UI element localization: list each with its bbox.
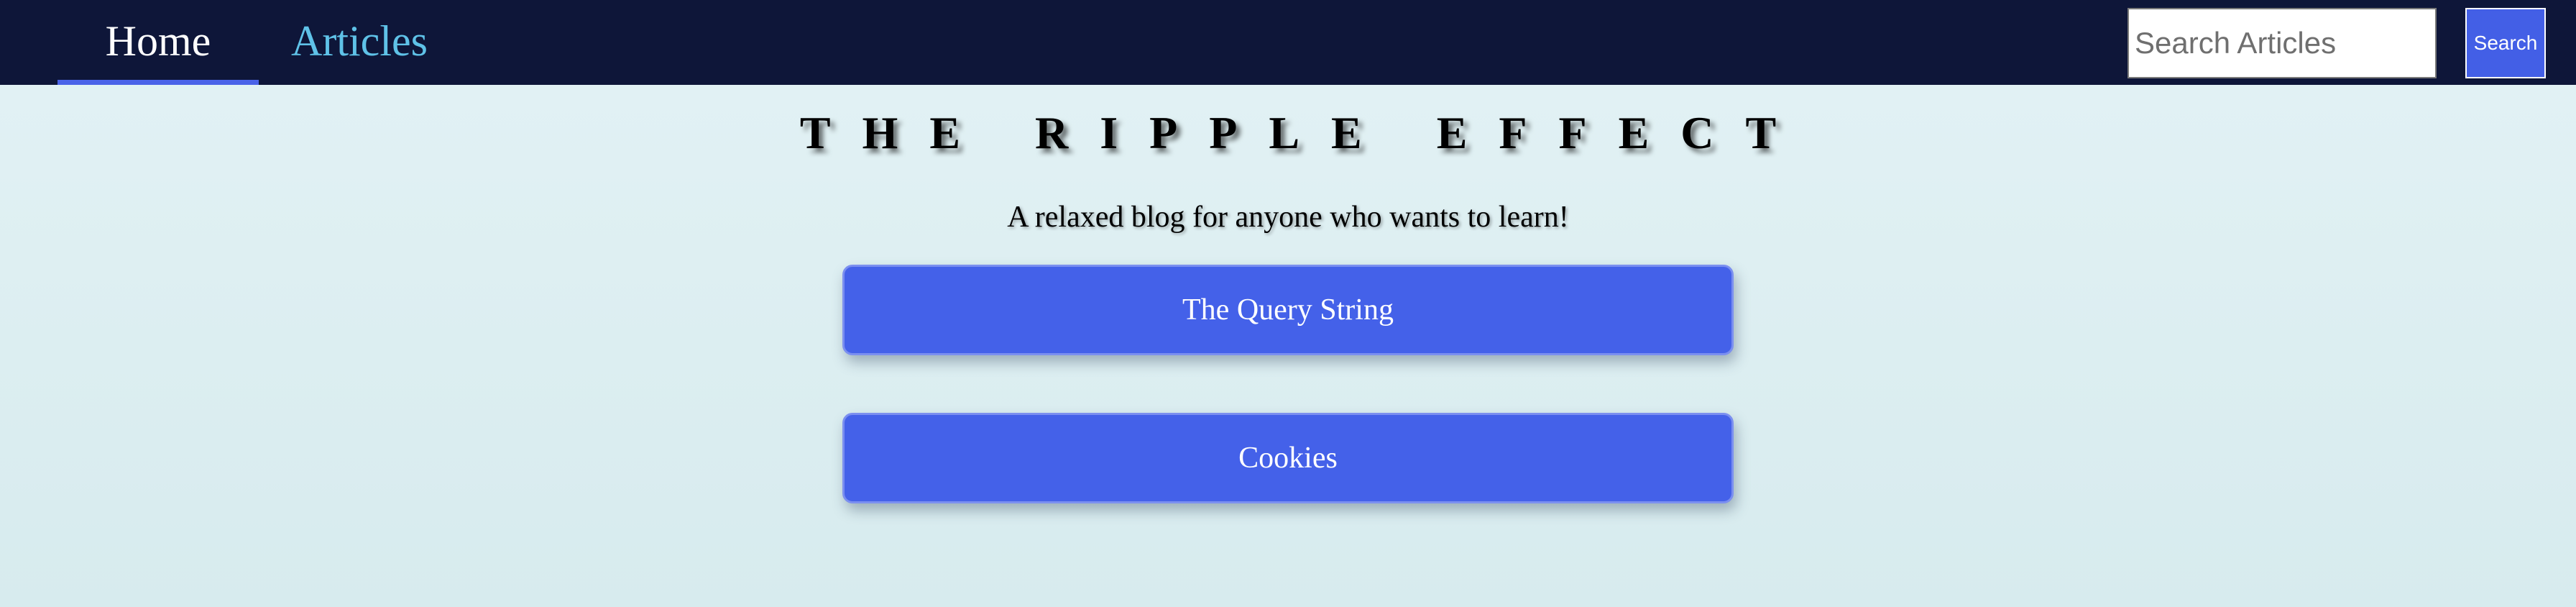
site-tagline: A relaxed blog for anyone who wants to l… xyxy=(1007,201,1569,234)
article-card-cookies[interactable]: Cookies xyxy=(842,413,1734,503)
nav-link-home[interactable]: Home xyxy=(58,0,259,85)
article-card-query-string[interactable]: The Query String xyxy=(842,265,1734,355)
top-navbar: Home Articles Search xyxy=(0,0,2576,85)
search-button[interactable]: Search xyxy=(2465,8,2546,78)
nav-link-articles[interactable]: Articles xyxy=(259,0,460,85)
site-title: THE RIPPLE EFFECT xyxy=(799,107,1808,158)
search-input[interactable] xyxy=(2128,8,2437,78)
